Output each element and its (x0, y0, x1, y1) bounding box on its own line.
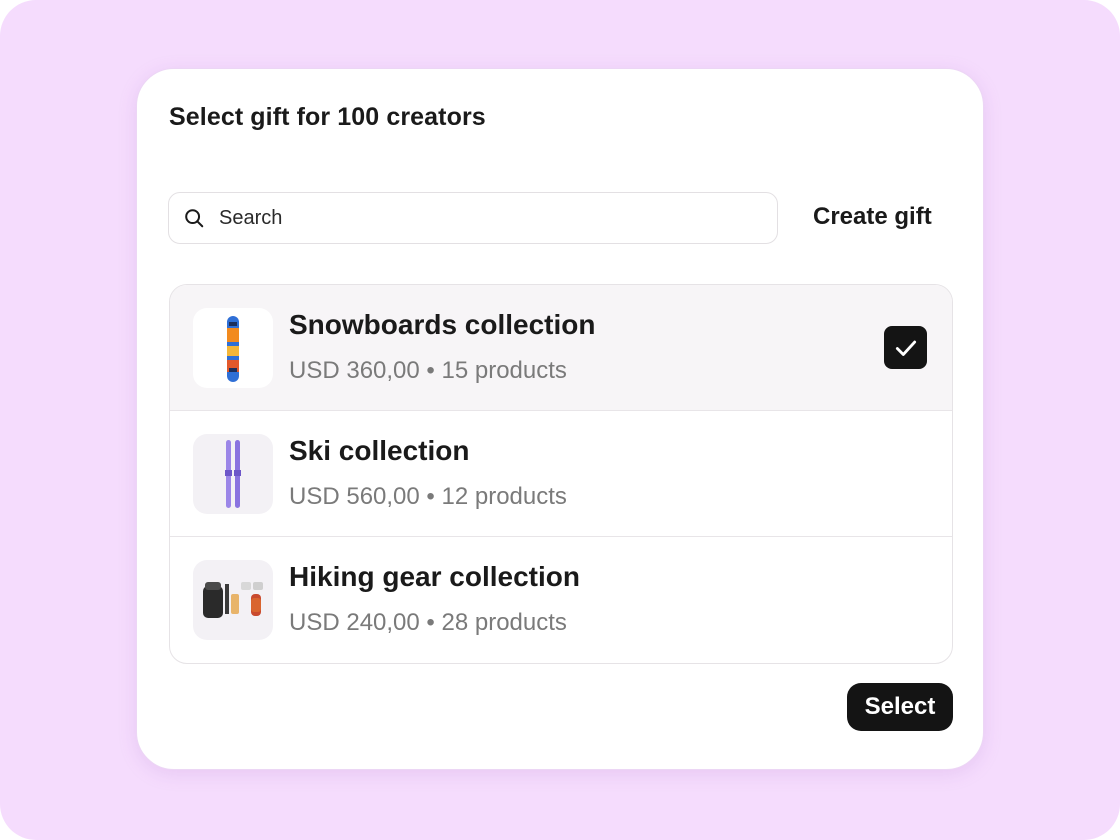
gift-row-snowboards[interactable]: Snowboards collection USD 360,00 • 15 pr… (170, 285, 952, 411)
selected-checkbox[interactable] (884, 326, 927, 369)
search-input[interactable] (217, 205, 721, 231)
gift-row-hiking[interactable]: Hiking gear collection USD 240,00 • 28 p… (170, 537, 952, 662)
gift-row-ski[interactable]: Ski collection USD 560,00 • 12 products (170, 411, 952, 537)
background-frame: Select gift for 100 creators Create gift (0, 0, 1120, 840)
dialog-title: Select gift for 100 creators (169, 103, 486, 131)
hiking-gear-image (193, 560, 273, 640)
search-icon (185, 209, 204, 228)
gift-name: Snowboards collection (289, 309, 596, 340)
create-gift-button[interactable]: Create gift (813, 203, 932, 231)
snowboard-image (193, 308, 273, 388)
gift-name: Ski collection (289, 435, 470, 466)
gift-meta: USD 360,00 • 15 products (289, 357, 567, 384)
gift-meta: USD 560,00 • 12 products (289, 483, 567, 510)
gift-list: Snowboards collection USD 360,00 • 15 pr… (169, 284, 953, 664)
select-button[interactable]: Select (847, 683, 953, 731)
search-box[interactable] (168, 192, 778, 244)
check-icon (895, 340, 916, 356)
ski-image (193, 434, 273, 514)
gift-meta: USD 240,00 • 28 products (289, 609, 567, 636)
gift-name: Hiking gear collection (289, 561, 580, 592)
gift-dialog: Select gift for 100 creators Create gift (136, 68, 984, 770)
